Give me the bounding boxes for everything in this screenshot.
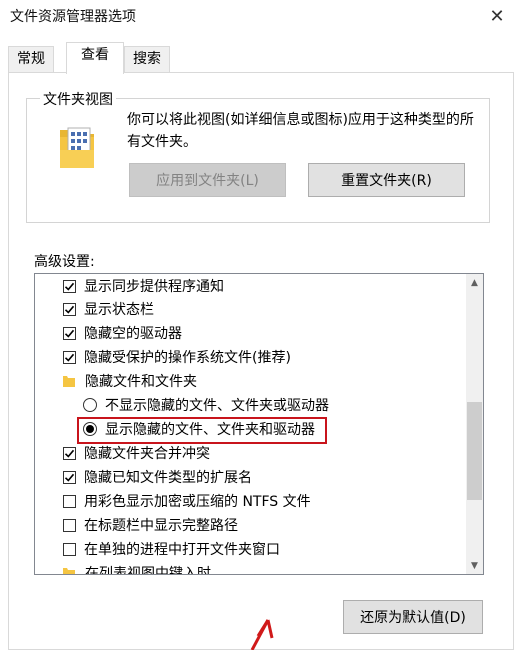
apply-to-folders-button[interactable]: 应用到文件夹(L) (129, 163, 286, 197)
checked-checkbox-icon[interactable] (63, 326, 76, 340)
scroll-thumb[interactable] (467, 402, 482, 500)
list-item-label: 在列表视图中键入时 (85, 566, 211, 575)
tab-search[interactable]: 搜索 (124, 46, 170, 73)
checked-checkbox-icon[interactable] (63, 470, 76, 484)
checked-checkbox-icon[interactable] (63, 350, 76, 364)
advanced-settings-list[interactable]: 显示同步提供程序通知 显示状态栏隐藏空的驱动器隐藏受保护的操作系统文件(推荐) 隐藏… (34, 273, 484, 575)
list-item: 在列表视图中键入时 (35, 561, 467, 575)
close-icon: ✕ (489, 5, 505, 27)
window-title: 文件资源管理器选项 (10, 9, 136, 25)
list-item-label: 显示隐藏的文件、文件夹和驱动器 (105, 422, 315, 438)
annotation-arrow (250, 619, 274, 650)
folder-views-description: 你可以将此视图(如详细信息或图标)应用于这种类型的所有文件夹。 (127, 112, 474, 150)
checked-checkbox-icon[interactable] (63, 279, 76, 293)
checked-checkbox-icon[interactable] (63, 302, 76, 316)
list-item[interactable]: 显示隐藏的文件、文件夹和驱动器 (35, 417, 467, 441)
list-item-label: 隐藏文件和文件夹 (85, 374, 197, 390)
list-item[interactable]: 显示同步提供程序通知 (35, 274, 467, 298)
reset-folders-button[interactable]: 重置文件夹(R) (308, 163, 465, 197)
folder-views-legend: 文件夹视图 (40, 89, 116, 109)
list-item-label: 隐藏空的驱动器 (84, 326, 182, 342)
list-item-label: 隐藏文件夹合并冲突 (84, 446, 210, 462)
checkbox-icon[interactable] (63, 542, 76, 556)
list-item: 隐藏文件和文件夹 (35, 369, 467, 393)
list-item-label: 在标题栏中显示完整路径 (84, 518, 238, 534)
restore-defaults-button[interactable]: 还原为默认值(D) (343, 600, 483, 634)
radio-selected-icon[interactable] (83, 422, 97, 436)
title-bar: 文件资源管理器选项 ✕ (0, 0, 520, 34)
list-item-label: 隐藏受保护的操作系统文件(推荐) (84, 350, 291, 366)
list-item[interactable]: 用彩色显示加密或压缩的 NTFS 文件 (35, 489, 467, 513)
list-item[interactable]: 隐藏文件夹合并冲突 (35, 441, 467, 465)
checkbox-icon[interactable] (63, 494, 76, 508)
list-item-label: 显示状态栏 (84, 302, 154, 318)
list-item[interactable]: 隐藏已知文件类型的扩展名 (35, 465, 467, 489)
folder-view-icon (60, 127, 94, 168)
list-item[interactable]: 在标题栏中显示完整路径 (35, 513, 467, 537)
tab-view[interactable]: 查看 (66, 42, 124, 74)
folder-icon (63, 567, 75, 574)
advanced-settings-label: 高级设置: (34, 254, 95, 270)
folder-icon (63, 375, 75, 387)
checkbox-icon[interactable] (63, 518, 76, 532)
scroll-up-arrow[interactable]: ▲ (466, 274, 483, 291)
list-item[interactable]: 显示状态栏 (35, 297, 467, 321)
list-item[interactable]: 不显示隐藏的文件、文件夹或驱动器 (35, 393, 467, 417)
tab-strip: 常规 查看 搜索 (8, 42, 512, 74)
scrollbar[interactable]: ▲ ▼ (466, 274, 483, 574)
list-item-label: 隐藏已知文件类型的扩展名 (84, 470, 252, 486)
radio-icon[interactable] (83, 398, 97, 412)
list-item-label: 用彩色显示加密或压缩的 NTFS 文件 (84, 494, 311, 510)
list-item-label: 不显示隐藏的文件、文件夹或驱动器 (105, 398, 329, 414)
list-item-label: 在单独的进程中打开文件夹窗口 (84, 542, 280, 558)
tab-general[interactable]: 常规 (8, 46, 54, 73)
list-item-label: 显示同步提供程序通知 (84, 279, 224, 295)
scroll-down-arrow[interactable]: ▼ (466, 557, 483, 574)
list-item[interactable]: 隐藏受保护的操作系统文件(推荐) (35, 345, 467, 369)
list-item[interactable]: 隐藏空的驱动器 (35, 321, 467, 345)
checked-checkbox-icon[interactable] (63, 446, 76, 460)
list-item[interactable]: 在单独的进程中打开文件夹窗口 (35, 537, 467, 561)
close-button[interactable]: ✕ (474, 0, 520, 32)
